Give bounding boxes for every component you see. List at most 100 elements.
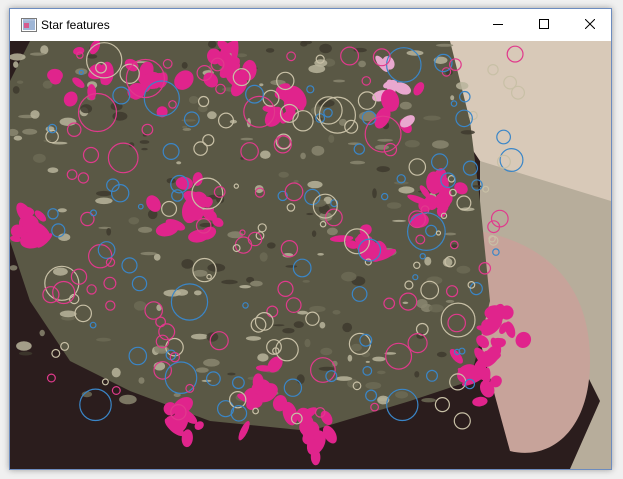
foliage-speck <box>318 366 336 371</box>
foliage-speck <box>399 101 412 110</box>
foliage-speck <box>432 140 449 149</box>
foliage-speck <box>273 324 285 327</box>
foliage-speck <box>39 329 45 337</box>
foliage-speck <box>278 171 289 178</box>
foliage-speck <box>296 374 305 385</box>
foliage-speck <box>365 360 370 363</box>
foliage-speck <box>128 217 140 225</box>
foliage-speck <box>119 394 137 405</box>
foliage-speck <box>414 371 420 378</box>
foliage-speck <box>203 358 220 367</box>
foliage-speck <box>227 372 236 376</box>
foliage-speck <box>471 185 482 188</box>
foliage-speck <box>153 253 161 261</box>
foliage-speck <box>95 197 113 205</box>
foliage-speck <box>311 230 317 237</box>
foliage-speck <box>138 226 153 233</box>
foliage-speck <box>96 190 112 197</box>
foliage-speck <box>33 153 46 163</box>
foliage-speck <box>181 119 196 122</box>
foliage-speck <box>304 338 311 348</box>
foliage-speck <box>257 353 269 362</box>
foliage-speck <box>372 356 386 362</box>
foliage-speck <box>376 166 390 173</box>
foliage-speck <box>191 333 209 340</box>
foliage-speck <box>138 377 145 384</box>
foliage-speck <box>395 391 409 399</box>
foliage-speck <box>192 269 208 277</box>
foliage-speck <box>140 251 157 256</box>
foliage-speck <box>302 280 310 283</box>
foliage-speck <box>59 117 77 127</box>
app-window: Star features <box>9 8 612 470</box>
close-icon <box>584 16 596 34</box>
foliage-speck <box>182 125 188 129</box>
foliage-speck <box>392 219 407 222</box>
foliage-speck <box>404 140 420 148</box>
foliage-speck <box>250 280 263 287</box>
foliage-speck <box>402 301 409 304</box>
foliage-speck <box>285 265 298 268</box>
minimize-icon <box>493 16 503 34</box>
foliage-speck <box>328 134 335 143</box>
foliage-speck <box>306 212 314 216</box>
foliage-speck <box>59 310 77 318</box>
foliage-speck <box>53 267 68 276</box>
app-window-icon <box>21 18 37 32</box>
foliage-speck <box>365 382 382 390</box>
foliage-speck <box>194 290 202 296</box>
foliage-speck <box>297 310 308 315</box>
foliage-speck <box>377 138 393 142</box>
foliage-speck <box>240 137 254 141</box>
foliage-speck <box>350 343 362 352</box>
foliage-speck <box>182 127 192 131</box>
title-bar[interactable]: Star features <box>10 9 611 41</box>
foliage-speck <box>347 354 353 362</box>
foliage-speck <box>309 305 326 313</box>
foliage-speck <box>259 252 268 262</box>
foliage-speck <box>12 86 20 94</box>
foliage-speck <box>428 304 444 313</box>
foliage-speck <box>445 299 455 303</box>
foliage-speck <box>342 322 353 333</box>
foliage-speck <box>308 64 326 74</box>
foliage-speck <box>335 376 353 381</box>
foliage-speck <box>133 301 147 311</box>
foliage-speck <box>307 180 323 189</box>
foliage-speck <box>386 202 402 209</box>
foliage-speck <box>106 228 112 236</box>
foliage-speck <box>423 115 441 121</box>
foliage-speck <box>456 265 471 274</box>
foliage-speck <box>207 111 217 120</box>
foliage-speck <box>456 82 469 90</box>
foliage-speck <box>349 160 366 165</box>
foliage-speck <box>188 96 199 104</box>
minimize-button[interactable] <box>475 9 521 41</box>
foliage-speck <box>13 61 19 68</box>
image-canvas <box>10 41 611 469</box>
foliage-speck <box>293 321 304 328</box>
foliage-speck <box>260 150 271 159</box>
foliage-speck <box>181 259 194 269</box>
foliage-speck <box>195 367 209 373</box>
foliage-speck <box>424 256 432 266</box>
foliage-speck <box>57 208 67 213</box>
foliage-speck <box>326 227 338 236</box>
foliage-speck <box>332 310 341 315</box>
foliage-speck <box>265 48 275 53</box>
foliage-speck <box>13 135 23 141</box>
close-button[interactable] <box>567 9 611 41</box>
foliage-speck <box>358 60 366 68</box>
foliage-speck <box>245 336 262 341</box>
foliage-speck <box>436 351 447 358</box>
foliage-speck <box>29 52 45 56</box>
maximize-button[interactable] <box>521 9 567 41</box>
foliage-speck <box>18 351 33 356</box>
foliage-speck <box>444 232 457 236</box>
foliage-speck <box>267 242 276 249</box>
foliage-speck <box>341 271 357 282</box>
foliage-speck <box>206 332 219 342</box>
foliage-speck <box>47 167 59 173</box>
maximize-icon <box>539 16 549 34</box>
foliage-speck <box>377 370 386 375</box>
